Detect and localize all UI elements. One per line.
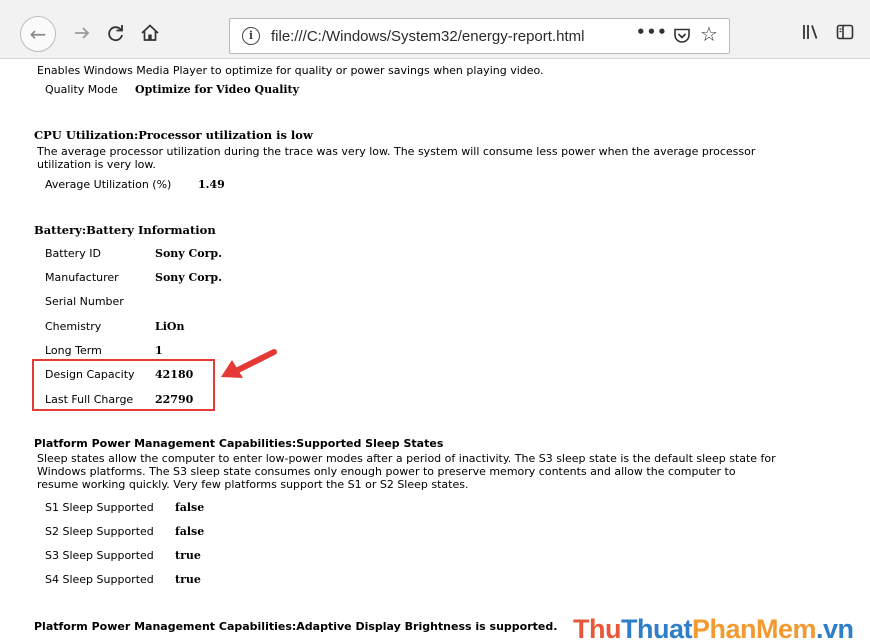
s2-sleep-value: false — [175, 525, 205, 538]
s3-sleep-label: S3 Sleep Supported — [45, 549, 154, 562]
s4-sleep-value: true — [175, 573, 201, 586]
library-icon — [803, 25, 818, 39]
chemistry-value: LiOn — [155, 320, 185, 333]
quality-mode-label: Quality Mode — [45, 83, 118, 96]
video-playback-description: Enables Windows Media Player to optimize… — [37, 64, 544, 77]
sidebar-button[interactable] — [835, 22, 855, 46]
watermark-part-3: PhanMem — [691, 614, 817, 641]
serial-number-label: Serial Number — [45, 295, 124, 308]
s2-sleep-label: S2 Sleep Supported — [45, 525, 154, 538]
cpu-description-line1: The average processor utilization during… — [37, 145, 756, 158]
battery-id-label: Battery ID — [45, 247, 101, 260]
s1-sleep-value: false — [175, 501, 205, 514]
back-arrow-icon: ← — [29, 22, 47, 46]
average-utilization-value: 1.49 — [198, 178, 225, 191]
url-bar[interactable]: i file:///C:/Windows/System32/energy-rep… — [229, 18, 730, 54]
watermark-part-1: Thu — [573, 614, 621, 641]
watermark-part-4: .vn — [816, 614, 854, 641]
long-term-value: 1 — [155, 344, 163, 357]
info-icon[interactable]: i — [242, 27, 260, 45]
red-pointer-arrow-icon — [221, 349, 277, 378]
watermark-logo: ThuThuatPhanMem.vn — [573, 614, 854, 641]
home-icon — [141, 24, 159, 41]
long-term-label: Long Term — [45, 344, 102, 357]
back-button[interactable]: ← — [20, 16, 56, 52]
page-actions-icon[interactable]: ••• — [636, 23, 668, 41]
sleep-states-description-line1: Sleep states allow the computer to enter… — [37, 452, 776, 465]
sidebar-icon — [836, 24, 854, 40]
battery-information-heading: Battery:Battery Information — [34, 223, 216, 237]
cpu-description-line2: utilization is very low. — [37, 158, 156, 171]
bookmark-star-icon[interactable]: ☆ — [700, 22, 718, 46]
sleep-states-description-line3: resume working quickly. Very few platfor… — [37, 478, 469, 491]
browser-toolbar: ← i file:///C:/Windows/System32/energy-r… — [0, 0, 870, 59]
chemistry-label: Chemistry — [45, 320, 102, 333]
capacity-highlight-box — [32, 359, 215, 411]
average-utilization-label: Average Utilization (%) — [45, 178, 172, 191]
s4-sleep-label: S4 Sleep Supported — [45, 573, 154, 586]
cpu-utilization-heading: CPU Utilization:Processor utilization is… — [34, 128, 313, 142]
sleep-states-description-line2: Windows platforms. The S3 sleep state co… — [37, 465, 736, 478]
watermark-part-2: Thuat — [620, 614, 693, 641]
forward-arrow-icon — [75, 27, 90, 39]
home-button[interactable] — [136, 19, 164, 47]
pocket-icon[interactable] — [672, 26, 692, 50]
s3-sleep-value: true — [175, 549, 201, 562]
url-text[interactable]: file:///C:/Windows/System32/energy-repor… — [271, 28, 584, 45]
energy-report-content: Enables Windows Media Player to optimize… — [0, 59, 870, 641]
reload-icon — [108, 25, 123, 42]
reload-button[interactable] — [102, 19, 130, 47]
manufacturer-label: Manufacturer — [45, 271, 119, 284]
sleep-states-heading: Platform Power Management Capabilities:S… — [34, 437, 444, 450]
forward-button[interactable] — [68, 19, 96, 47]
s1-sleep-label: S1 Sleep Supported — [45, 501, 154, 514]
manufacturer-value: Sony Corp. — [155, 271, 222, 284]
quality-mode-value: Optimize for Video Quality — [135, 83, 300, 96]
library-button[interactable] — [800, 22, 820, 46]
battery-id-value: Sony Corp. — [155, 247, 222, 260]
adaptive-brightness-heading: Platform Power Management Capabilities:A… — [34, 620, 558, 633]
